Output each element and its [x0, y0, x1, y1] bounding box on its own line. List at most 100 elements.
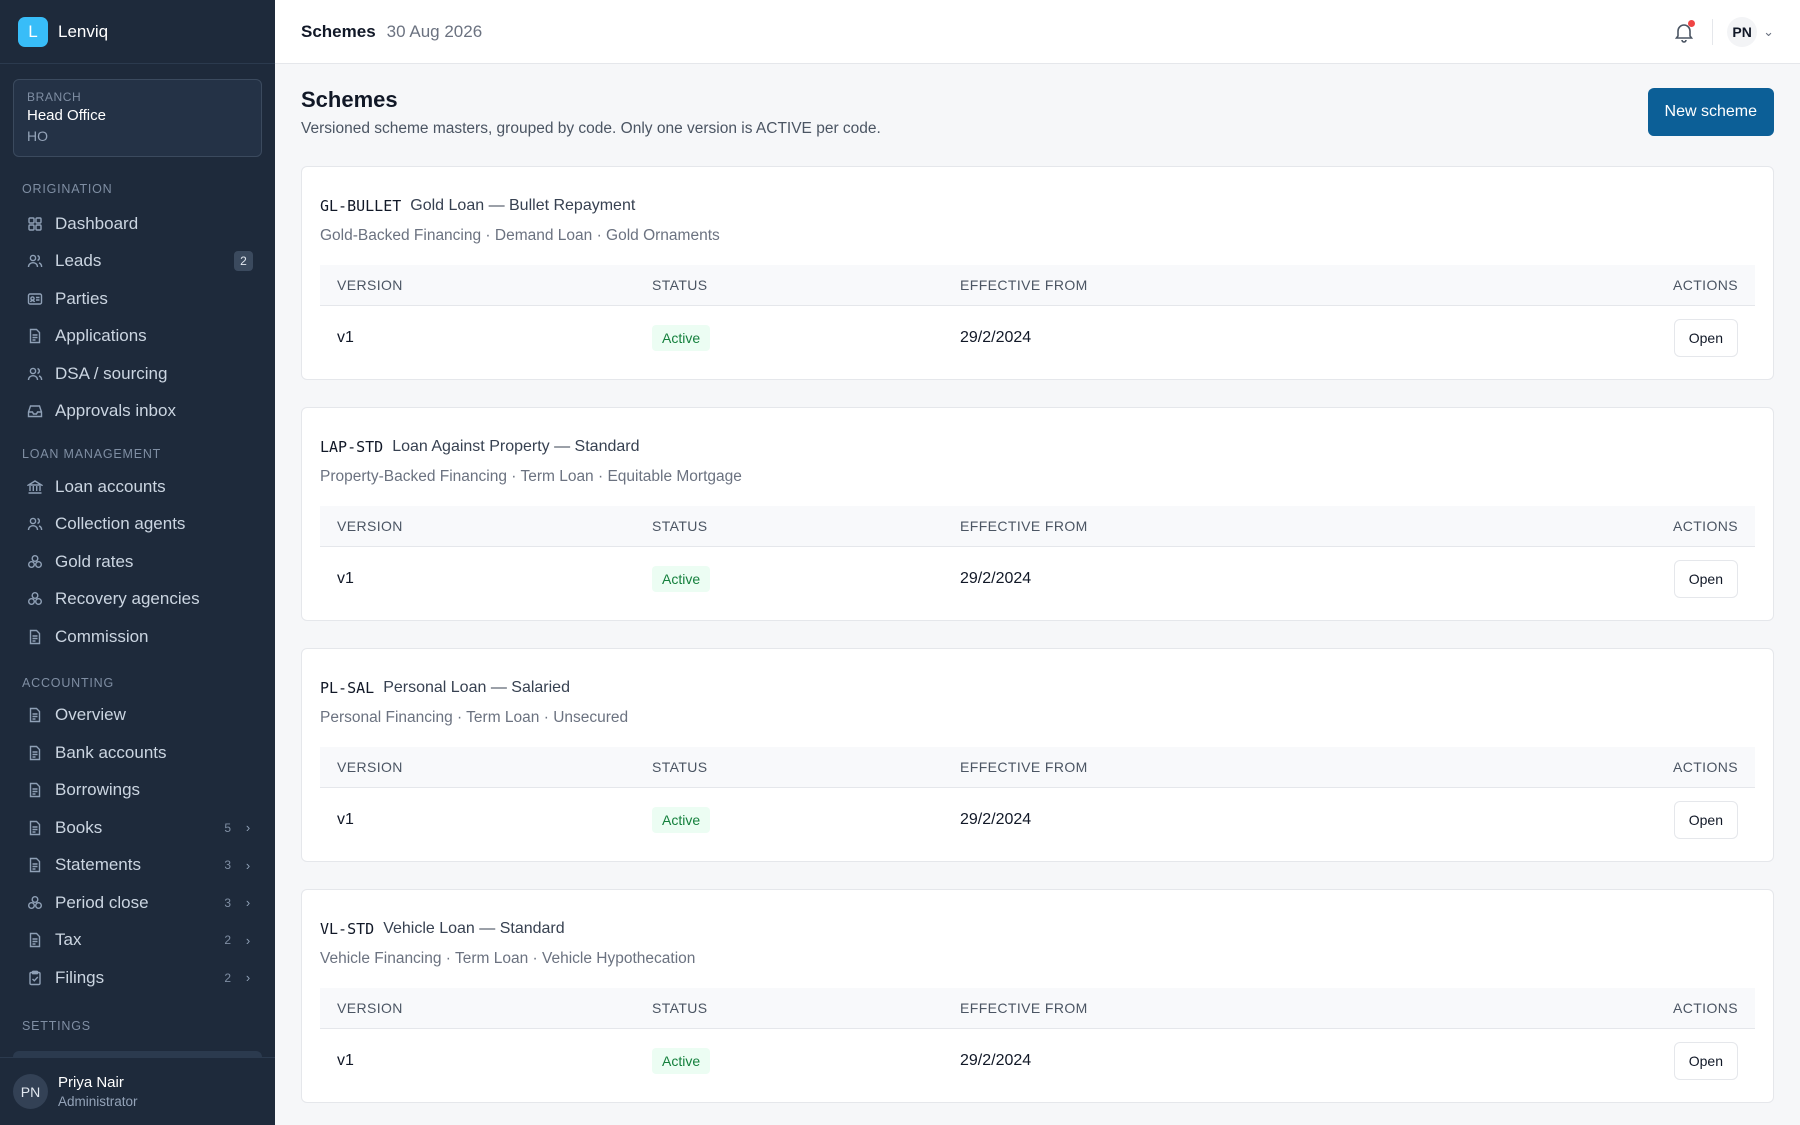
sidebar-item-overview[interactable]: Overview	[0, 697, 275, 735]
document-icon	[27, 820, 43, 836]
document-icon	[27, 629, 43, 645]
avatar: PN	[1727, 16, 1758, 47]
sidebar-item-statements[interactable]: Statements 3 ›	[0, 847, 275, 885]
table-row: v1 Active 29/2/2024 Open	[320, 547, 1755, 610]
scheme-name: Vehicle Loan — Standard	[383, 920, 565, 937]
user-profile[interactable]: PN Priya Nair Administrator	[0, 1057, 275, 1125]
column-header-effective-from: EFFECTIVE FROM	[960, 277, 1088, 293]
version-cell: v1	[337, 1051, 354, 1069]
chevron-right-icon[interactable]: ›	[243, 895, 253, 910]
sidebar-item-books[interactable]: Books 5 ›	[0, 809, 275, 847]
chevron-right-icon[interactable]: ›	[243, 820, 253, 835]
chevron-right-icon[interactable]: ›	[243, 933, 253, 948]
page-title: Schemes	[301, 87, 398, 112]
sidebar-item-loan-accounts[interactable]: Loan accounts	[0, 468, 275, 506]
sidebar-item-label: Approvals inbox	[55, 401, 176, 421]
column-header-version: VERSION	[337, 518, 403, 534]
sidebar-item-label: Collection agents	[55, 514, 186, 534]
sidebar-item-tax[interactable]: Tax 2 ›	[0, 922, 275, 960]
leads-count-badge: 2	[234, 251, 253, 272]
sidebar-item-filings[interactable]: Filings 2 ›	[0, 959, 275, 997]
column-header-actions: ACTIONS	[1672, 277, 1738, 293]
open-button[interactable]: Open	[1673, 1041, 1738, 1080]
filings-count: 2	[224, 970, 231, 985]
column-header-status: STATUS	[652, 277, 708, 293]
column-header-version: VERSION	[337, 1000, 403, 1016]
sidebar-item-label: Statements	[55, 855, 141, 875]
column-header-effective-from: EFFECTIVE FROM	[960, 759, 1088, 775]
topbar-date: 30 Aug 2026	[386, 21, 483, 41]
sidebar-item-label: Period close	[55, 892, 149, 912]
version-cell: v1	[337, 328, 354, 346]
sidebar-item-gold-rates[interactable]: Gold rates	[0, 543, 275, 581]
sidebar-item-applications[interactable]: Applications	[0, 318, 275, 356]
id-card-icon	[27, 291, 43, 307]
open-button[interactable]: Open	[1673, 318, 1738, 357]
open-button[interactable]: Open	[1673, 800, 1738, 839]
topbar: Schemes 30 Aug 2026 PN ⌄	[275, 0, 1800, 64]
sidebar-item-commission[interactable]: Commission	[0, 618, 275, 656]
chevron-right-icon[interactable]: ›	[243, 970, 253, 985]
new-scheme-button[interactable]: New scheme	[1647, 88, 1774, 136]
sidebar-item-recovery-agencies[interactable]: Recovery agencies	[0, 581, 275, 619]
table-header: VERSION STATUS EFFECTIVE FROM ACTIONS	[320, 506, 1755, 547]
scheme-name: Gold Loan — Bullet Repayment	[410, 197, 636, 214]
branch-selector[interactable]: BRANCH Head Office HO	[13, 79, 262, 157]
effective-from-cell: 29/2/2024	[960, 569, 1032, 587]
versions-table: VERSION STATUS EFFECTIVE FROM ACTIONS v1…	[320, 747, 1755, 851]
notifications-button[interactable]	[1672, 19, 1696, 44]
section-label-origination: ORIGINATION	[22, 182, 113, 196]
scheme-tags: Vehicle Financing · Term Loan · Vehicle …	[320, 950, 696, 967]
versions-table: VERSION STATUS EFFECTIVE FROM ACTIONS v1…	[320, 265, 1755, 369]
open-button[interactable]: Open	[1673, 559, 1738, 598]
sidebar-item-approvals-inbox[interactable]: Approvals inbox	[0, 393, 275, 431]
sidebar-item-collection-agents[interactable]: Collection agents	[0, 506, 275, 544]
sidebar-item-label: Overview	[55, 705, 126, 725]
page-subtitle: Versioned scheme masters, grouped by cod…	[301, 120, 881, 137]
scheme-code: PL-SAL	[320, 679, 375, 697]
document-icon	[27, 932, 43, 948]
sidebar-item-label: Recovery agencies	[55, 589, 200, 609]
sidebar-item-bank-accounts[interactable]: Bank accounts	[0, 734, 275, 772]
sidebar: L Lenviq BRANCH Head Office HO ORIGINATI…	[0, 0, 275, 1125]
column-header-status: STATUS	[652, 518, 708, 534]
app-logo: L	[18, 16, 48, 47]
status-badge: Active	[652, 1047, 711, 1074]
column-header-actions: ACTIONS	[1672, 518, 1738, 534]
sidebar-item-parties[interactable]: Parties	[0, 280, 275, 318]
scheme-tags: Gold-Backed Financing · Demand Loan · Go…	[320, 227, 720, 244]
scheme-code: VL-STD	[320, 920, 375, 938]
brand[interactable]: L Lenviq	[0, 0, 275, 64]
versions-table: VERSION STATUS EFFECTIVE FROM ACTIONS v1…	[320, 988, 1755, 1092]
column-header-effective-from: EFFECTIVE FROM	[960, 1000, 1088, 1016]
sidebar-item-dsa-sourcing[interactable]: DSA / sourcing	[0, 355, 275, 393]
sidebar-item-label: Applications	[55, 326, 147, 346]
section-label-accounting: ACCOUNTING	[22, 675, 115, 690]
clipboard-icon	[27, 970, 43, 986]
sidebar-item-leads[interactable]: Leads 2	[0, 243, 275, 281]
effective-from-cell: 29/2/2024	[960, 328, 1032, 346]
column-header-effective-from: EFFECTIVE FROM	[960, 518, 1088, 534]
sidebar-item-label: Gold rates	[55, 551, 134, 571]
sidebar-item-borrowings[interactable]: Borrowings	[0, 772, 275, 810]
users-icon	[27, 516, 43, 532]
table-header: VERSION STATUS EFFECTIVE FROM ACTIONS	[320, 265, 1755, 306]
scheme-card: PL-SAL Personal Loan — Salaried Personal…	[301, 648, 1774, 862]
coins-icon	[27, 591, 43, 607]
user-name: Priya Nair	[58, 1074, 124, 1091]
chevron-right-icon[interactable]: ›	[243, 858, 253, 873]
sidebar-item-label: Filings	[55, 967, 105, 987]
period-close-count: 3	[224, 895, 231, 910]
books-count: 5	[224, 820, 231, 835]
user-menu[interactable]: PN ⌄	[1727, 16, 1774, 47]
section-label-settings: SETTINGS	[22, 1018, 91, 1033]
table-header: VERSION STATUS EFFECTIVE FROM ACTIONS	[320, 747, 1755, 788]
chevron-down-icon: ⌄	[1763, 23, 1774, 39]
sidebar-item-dashboard[interactable]: Dashboard	[0, 205, 275, 243]
scheme-card: VL-STD Vehicle Loan — Standard Vehicle F…	[301, 889, 1774, 1103]
column-header-status: STATUS	[652, 759, 708, 775]
sidebar-item-period-close[interactable]: Period close 3 ›	[0, 884, 275, 922]
section-label-loan-management: LOAN MANAGEMENT	[22, 447, 162, 461]
users-icon	[27, 366, 43, 382]
scheme-card: GL-BULLET Gold Loan — Bullet Repayment G…	[301, 166, 1774, 380]
